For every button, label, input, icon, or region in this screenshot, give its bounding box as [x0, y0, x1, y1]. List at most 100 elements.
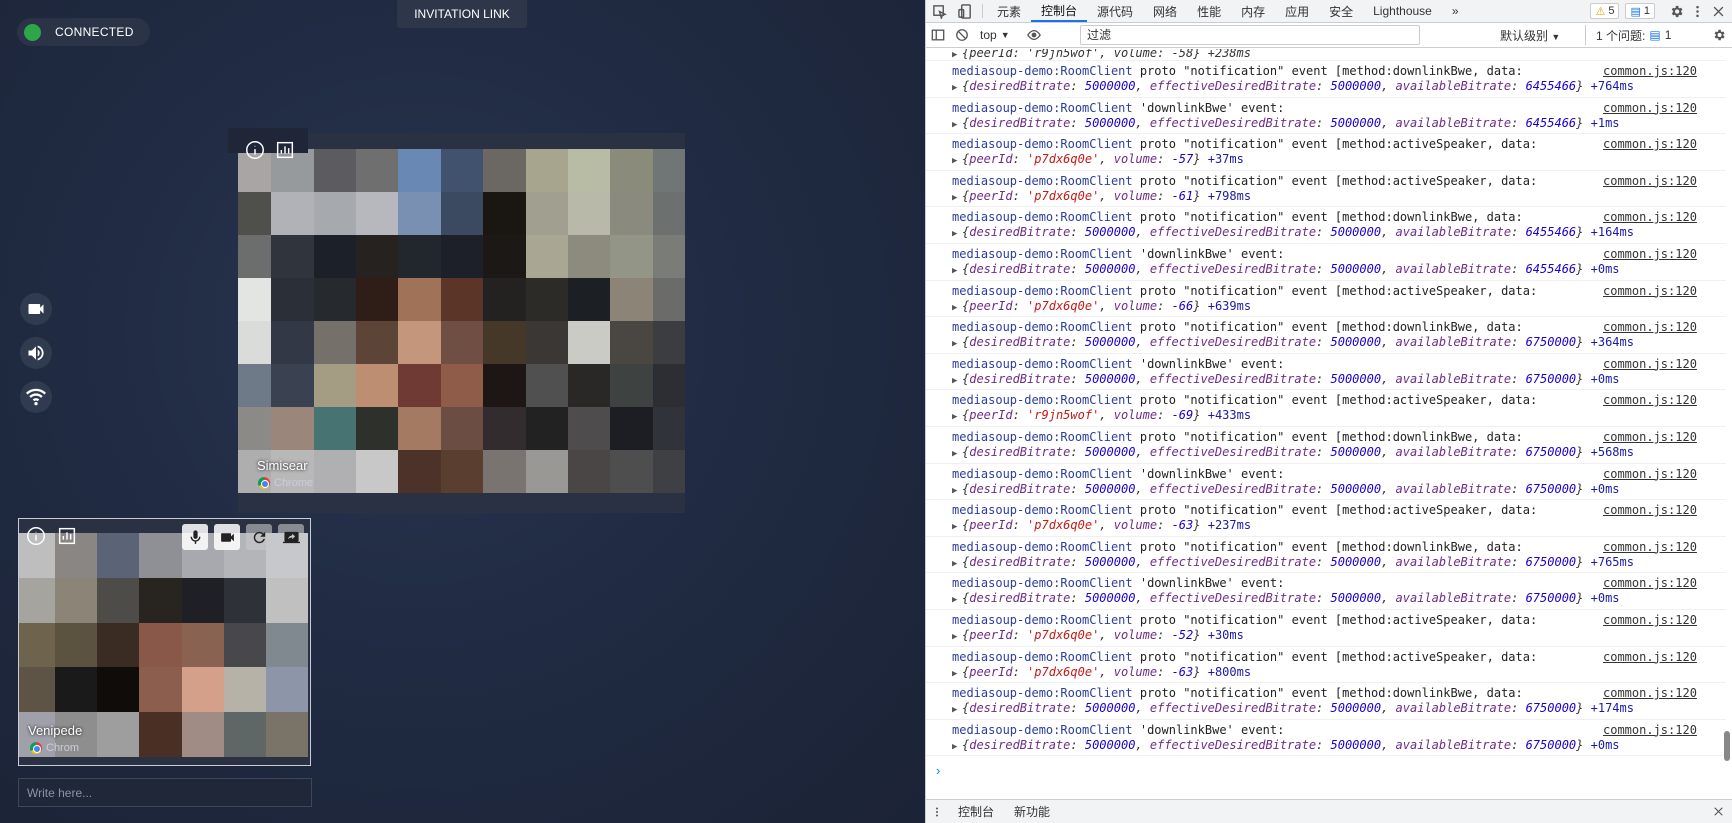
console-settings-button[interactable] [1712, 28, 1726, 42]
expand-triangle-icon[interactable]: ▶ [952, 81, 962, 96]
mic-button[interactable] [182, 524, 208, 550]
object-brace: } [1576, 335, 1584, 350]
drawer-tab-console[interactable]: 控制台 [948, 803, 1004, 820]
tab-network[interactable]: 网络 [1143, 0, 1187, 22]
source-link[interactable]: common.js:120 [1603, 64, 1697, 79]
object-comma: , [1381, 554, 1396, 569]
video-pixel [525, 149, 568, 192]
source-link[interactable]: common.js:120 [1603, 650, 1697, 665]
log-levels-dropdown[interactable]: 默认级别 ▼ [1500, 27, 1560, 44]
messages-badge[interactable]: ▤ 1 [1625, 3, 1655, 19]
source-link[interactable]: common.js:120 [1603, 247, 1697, 262]
time-delta: +433ms [1207, 408, 1252, 423]
share-screen-button[interactable] [278, 524, 304, 550]
expand-triangle-icon[interactable]: ▶ [952, 484, 962, 499]
tab-lighthouse[interactable]: Lighthouse [1363, 0, 1442, 22]
source-link[interactable]: common.js:120 [1603, 101, 1697, 116]
object-value: 6455466 [1525, 115, 1577, 130]
source-link[interactable]: common.js:120 [1603, 284, 1697, 299]
object-value: 6750000 [1525, 335, 1577, 350]
expand-triangle-icon[interactable]: ▶ [952, 118, 962, 133]
chat-input[interactable]: Write here... [18, 778, 312, 807]
source-link[interactable]: common.js:120 [1603, 576, 1697, 591]
expand-triangle-icon[interactable]: ▶ [952, 191, 962, 206]
webcam-toggle-button[interactable] [20, 293, 52, 325]
inspect-element-button[interactable] [926, 0, 952, 22]
expand-triangle-icon[interactable]: ▶ [952, 520, 962, 535]
object-value: 5000000 [1084, 444, 1136, 459]
clear-console-button[interactable] [950, 23, 974, 47]
object-value: 6750000 [1525, 444, 1577, 459]
object-colon: : [1511, 481, 1526, 496]
close-devtools-button[interactable] [1711, 4, 1726, 19]
expand-triangle-icon[interactable]: ▶ [952, 447, 962, 462]
console-scrollbar[interactable] [1724, 49, 1730, 761]
context-selector[interactable]: top ▼ [974, 28, 1016, 42]
source-link[interactable]: common.js:120 [1603, 393, 1697, 408]
source-link[interactable]: common.js:120 [1603, 686, 1697, 701]
tab-application[interactable]: 应用 [1275, 0, 1319, 22]
console-filter-input[interactable]: 过滤 [1080, 25, 1420, 45]
source-link[interactable]: common.js:120 [1603, 357, 1697, 372]
source-link[interactable]: common.js:120 [1603, 174, 1697, 189]
source-link[interactable]: common.js:120 [1603, 467, 1697, 482]
object-brace: } [1576, 261, 1584, 276]
object-key: peerId [969, 152, 1013, 167]
expand-triangle-icon[interactable]: ▶ [952, 227, 962, 242]
tab-memory[interactable]: 内存 [1231, 0, 1275, 22]
expand-triangle-icon[interactable]: ▶ [952, 667, 962, 682]
more-tabs-button[interactable]: » [1442, 0, 1469, 22]
source-link[interactable]: common.js:120 [1603, 137, 1697, 152]
source-link[interactable]: common.js:120 [1603, 503, 1697, 518]
info-icon[interactable] [25, 525, 47, 547]
live-expression-button[interactable] [1022, 23, 1046, 47]
source-link[interactable]: common.js:120 [1603, 210, 1697, 225]
warnings-badge[interactable]: ⚠ 5 [1590, 3, 1620, 19]
video-pixel [356, 235, 399, 278]
close-drawer-button[interactable] [1712, 805, 1725, 818]
source-link[interactable]: common.js:120 [1603, 540, 1697, 555]
expand-triangle-icon[interactable]: ▶ [952, 557, 962, 572]
audio-mute-button[interactable] [20, 337, 52, 369]
tab-security[interactable]: 安全 [1319, 0, 1363, 22]
source-link[interactable]: common.js:120 [1603, 723, 1697, 738]
tab-elements[interactable]: 元素 [987, 0, 1031, 22]
expand-triangle-icon[interactable]: ▶ [952, 410, 962, 425]
tab-performance[interactable]: 性能 [1187, 0, 1231, 22]
issues-button[interactable]: 1 个问题: ▤ 1 [1585, 25, 1671, 45]
drawer-tab-whats-new[interactable]: 新功能 [1004, 803, 1060, 820]
video-pixel [525, 235, 568, 278]
expand-triangle-icon[interactable]: ▶ [952, 374, 962, 389]
info-icon[interactable] [244, 139, 266, 161]
video-pixel [525, 321, 568, 364]
drawer-menu-button[interactable] [926, 806, 948, 818]
source-link[interactable]: common.js:120 [1603, 320, 1697, 335]
expand-triangle-icon[interactable]: ▶ [952, 703, 962, 718]
message-source: mediasoup-demo:RoomClient [952, 64, 1133, 78]
change-webcam-button[interactable] [246, 524, 272, 550]
tab-console[interactable]: 控制台 [1031, 0, 1088, 22]
console-prompt[interactable]: › [936, 763, 940, 778]
source-link[interactable]: common.js:120 [1603, 430, 1697, 445]
expand-triangle-icon[interactable]: ▶ [952, 154, 962, 169]
device-toolbar-button[interactable] [952, 0, 978, 22]
settings-button[interactable] [1669, 4, 1684, 19]
context-value: top [980, 28, 997, 42]
stats-icon[interactable] [56, 525, 78, 547]
sidebar-toggle-button[interactable] [926, 23, 950, 47]
message-text: proto "notification" event [method:activ… [1132, 503, 1538, 518]
expand-triangle-icon[interactable]: ▶ [952, 264, 962, 279]
network-stats-button[interactable] [20, 381, 52, 413]
expand-triangle-icon[interactable]: ▶ [952, 740, 962, 755]
expand-triangle-icon[interactable]: ▶ [952, 630, 962, 645]
expand-triangle-icon[interactable]: ▶ [952, 337, 962, 352]
expand-triangle-icon[interactable]: ▶ [952, 593, 962, 608]
scrollbar-thumb[interactable] [1724, 731, 1730, 761]
expand-triangle-icon[interactable]: ▶ [952, 301, 962, 316]
source-link[interactable]: common.js:120 [1603, 613, 1697, 628]
tab-sources[interactable]: 源代码 [1087, 0, 1143, 22]
stats-icon[interactable] [274, 139, 296, 161]
invitation-link-button[interactable]: INVITATION LINK [397, 0, 527, 28]
customize-menu-button[interactable] [1690, 4, 1705, 19]
webcam-button[interactable] [214, 524, 240, 550]
